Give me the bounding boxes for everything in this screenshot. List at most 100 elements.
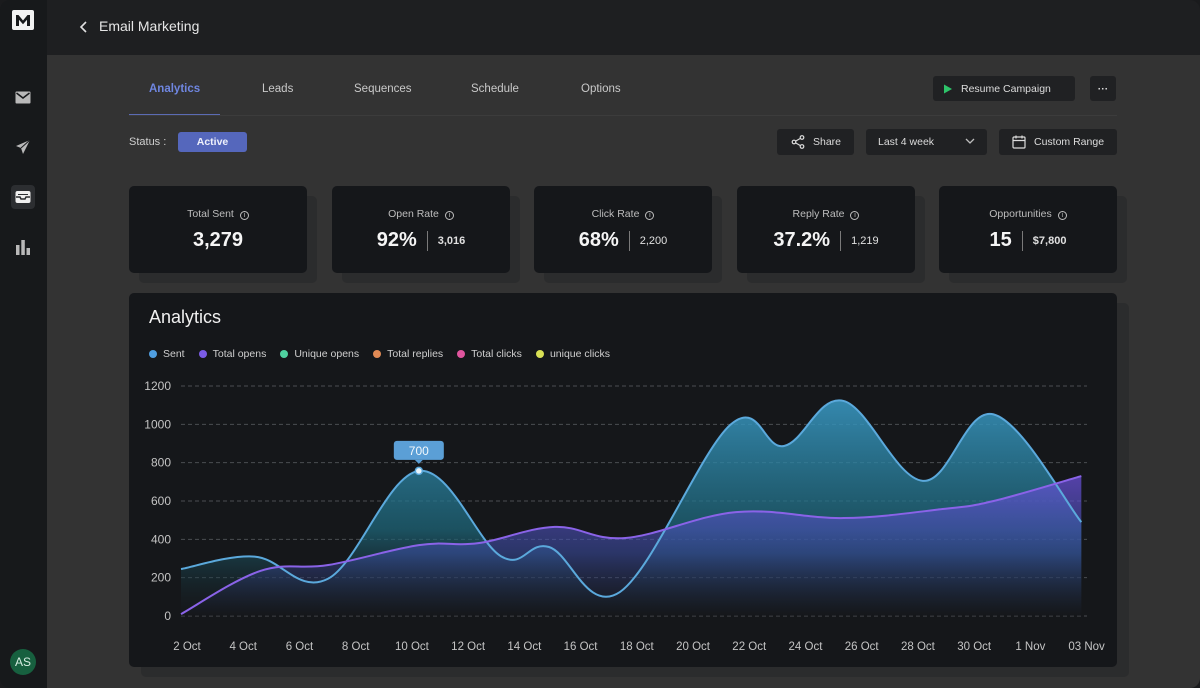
share-label: Share [813,136,842,148]
mail-icon [15,91,31,103]
x-tick-label: 4 Oct [229,641,257,653]
y-tick-label: 200 [151,571,171,585]
y-tick-label: 800 [151,456,171,470]
stat-value: 92% [376,229,417,251]
stat-divider [840,230,842,251]
x-tick-label: 26 Oct [845,641,880,653]
y-tick-label: 1200 [144,379,171,393]
tab-leads[interactable]: Leads [262,83,293,95]
custom-range-button[interactable]: Custom Range [999,129,1117,155]
stat-label: Opportunities [989,208,1052,220]
user-avatar[interactable]: AS [10,649,36,675]
legend-dot [149,350,157,358]
logo[interactable] [12,10,34,30]
x-tick-label: 10 Oct [395,641,430,653]
x-tick-label: 30 Oct [957,641,992,653]
main-content: Analytics Leads Sequences Schedule Optio… [47,55,1200,688]
x-tick-label: 16 Oct [564,641,599,653]
sidebar-item-inbox[interactable] [11,185,35,209]
legend-label: Total clicks [471,348,522,360]
share-icon [791,135,805,149]
resume-campaign-button[interactable]: Resume Campaign [933,76,1075,101]
back-chevron-icon[interactable] [77,18,91,36]
stat-value: 15 [989,229,1012,251]
sidebar-item-analytics[interactable] [11,235,35,259]
legend-dot [373,350,382,358]
stat-value: 37.2% [773,229,831,251]
analytics-chart-panel: 0 200 400 600 800 1000 1200 2 Oct 4 Oct 6 Oct 8 Oc… [129,293,1117,667]
x-tick-label: 12 Oct [451,641,486,653]
stat-secondary-value: $7,800 [1032,234,1067,247]
legend-item-unique-clicks[interactable]: unique clicks [535,348,611,360]
stat-label: Total Sent [187,208,234,220]
more-horizontal-icon: ··· [1097,82,1109,95]
status-label: Status : [129,136,167,148]
status-badge: Active [178,132,247,152]
y-tick-label: 0 [164,609,171,623]
stat-value: 68% [578,229,619,251]
legend-label: Sent [163,348,185,360]
x-tick-label: 28 Oct [901,641,936,653]
info-icon[interactable]: i [645,211,655,220]
bar-chart-icon [16,240,30,255]
page-title: Email Marketing [99,18,200,34]
stat-divider [426,230,428,251]
inbox-icon [15,191,31,203]
stat-label: Open Rate [388,208,439,220]
info-icon[interactable]: i [1057,211,1067,220]
stat-card-opportunities: Opportunities i 15 $7,800 [939,186,1117,273]
more-options-button[interactable]: ··· [1090,76,1116,101]
tab-options[interactable]: Options [581,83,621,95]
x-tick-label: 14 Oct [507,641,542,653]
legend-label: Unique opens [294,348,360,360]
share-button[interactable]: Share [777,129,854,155]
legend-item-total-replies[interactable]: Total replies [373,348,443,360]
chevron-down-icon [965,138,975,144]
legend-item-unique-opens[interactable]: Unique opens [280,348,359,360]
logo-m-icon [16,14,30,26]
y-tick-label: 400 [151,532,171,546]
calendar-icon [1012,135,1026,149]
x-tick-label: 1 Nov [1015,641,1045,653]
x-tick-label: 22 Oct [732,641,767,653]
top-bar: Email Marketing [47,0,1200,55]
tooltip-value: 700 [409,444,429,458]
stat-label: Click Rate [591,208,640,220]
info-icon[interactable]: i [444,211,454,220]
x-tick-label: 8 Oct [342,641,370,653]
tooltip-arrow [414,459,423,464]
stat-divider [628,230,630,251]
stat-card-click-rate: Click Rate i 68% 2,200 [534,186,712,273]
stat-divider [1021,230,1023,251]
tab-sequences[interactable]: Sequences [354,83,412,95]
sidebar: AS [0,0,47,688]
legend-dot [535,350,544,358]
legend-label: unique clicks [549,348,611,360]
play-icon [944,84,952,93]
stat-secondary-value: 3,016 [437,234,466,247]
sidebar-item-send[interactable] [11,135,35,159]
tab-schedule[interactable]: Schedule [471,83,519,95]
stat-label: Reply Rate [792,208,845,220]
legend-item-total-opens[interactable]: Total opens [198,348,267,360]
stat-value: 3,279 [192,229,244,251]
tooltip-point[interactable] [414,466,424,476]
x-tick-label: 03 Nov [1068,641,1105,653]
resume-campaign-label: Resume Campaign [961,82,1051,95]
chart-title: Analytics [149,307,222,327]
stat-card-open-rate: Open Rate i 92% 3,016 [332,186,510,273]
custom-range-label: Custom Range [1034,136,1105,148]
legend-label: Total replies [387,348,444,360]
date-range-select[interactable]: Last 4 week [866,129,987,155]
chart-legend: Sent Total opens Unique opens Total replies… [149,348,610,360]
sidebar-item-mail[interactable] [11,85,35,109]
y-tick-label: 600 [151,494,171,508]
legend-item-sent[interactable]: Sent [149,348,185,360]
legend-dot [457,350,466,358]
legend-item-total-clicks[interactable]: Total clicks [457,348,522,360]
tab-analytics[interactable]: Analytics [149,83,200,95]
info-icon[interactable]: i [239,211,249,220]
stat-secondary-value: 2,200 [639,234,668,247]
info-icon[interactable]: i [850,211,860,220]
legend-label: Total opens [212,348,267,360]
